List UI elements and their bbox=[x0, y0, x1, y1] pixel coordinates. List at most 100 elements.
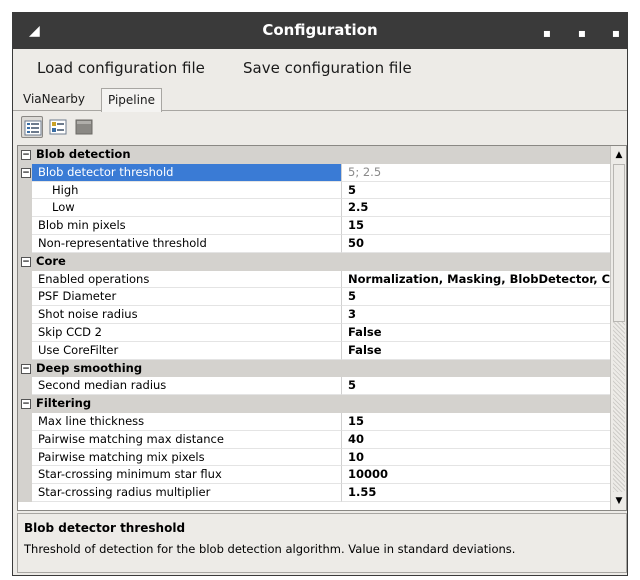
property-label-cell[interactable]: Star-crossing radius multiplier bbox=[32, 484, 342, 502]
property-value: 40 bbox=[348, 431, 365, 446]
tab-pipeline[interactable]: Pipeline bbox=[101, 88, 162, 112]
property-row[interactable]: PSF Diameter 5 bbox=[18, 288, 612, 307]
property-label: Enabled operations bbox=[38, 271, 150, 286]
property-label-cell[interactable]: PSF Diameter bbox=[32, 288, 342, 307]
alphabetical-button[interactable] bbox=[47, 116, 69, 138]
property-row[interactable]: Pairwise matching max distance 40 bbox=[18, 430, 612, 449]
row-margin bbox=[18, 484, 32, 502]
collapse-icon[interactable]: − bbox=[21, 256, 31, 267]
category-row[interactable]: − Filtering bbox=[18, 395, 612, 413]
property-row[interactable]: Non-representative threshold 50 bbox=[18, 234, 612, 253]
property-grid[interactable]: − Blob detection − Blob detector threshold 5… bbox=[17, 145, 627, 511]
property-value-cell[interactable]: 5; 2.5 bbox=[342, 163, 612, 182]
category-row[interactable]: − Blob detection bbox=[18, 146, 612, 164]
property-value-cell[interactable]: False bbox=[342, 323, 612, 342]
property-label-cell[interactable]: Enabled operations bbox=[32, 270, 342, 289]
property-label: Star-crossing minimum star flux bbox=[38, 467, 222, 482]
property-value-cell[interactable]: 5 bbox=[342, 377, 612, 396]
row-margin bbox=[18, 430, 32, 449]
property-label-cell[interactable]: Star-crossing minimum star flux bbox=[32, 466, 342, 485]
property-label-cell[interactable]: Pairwise matching max distance bbox=[32, 430, 342, 449]
property-label: Use CoreFilter bbox=[38, 342, 119, 357]
property-label: Second median radius bbox=[38, 378, 167, 393]
category-row[interactable]: − Deep smoothing bbox=[18, 359, 612, 378]
property-row[interactable]: Max line thickness 15 bbox=[18, 412, 612, 431]
row-margin bbox=[18, 181, 32, 200]
property-label: Max line thickness bbox=[38, 413, 145, 428]
property-value-cell[interactable]: 50 bbox=[342, 234, 612, 253]
load-configuration-file-menu[interactable]: Load configuration file bbox=[37, 59, 205, 77]
property-row[interactable]: − Blob detector threshold 5; 2.5 bbox=[18, 163, 612, 182]
property-label-cell[interactable]: Pairwise matching mix pixels bbox=[32, 448, 342, 467]
property-label: Star-crossing radius multiplier bbox=[38, 485, 211, 500]
maximize-icon[interactable]: ▪ bbox=[574, 25, 590, 41]
property-value-cell[interactable]: False bbox=[342, 341, 612, 360]
property-value-cell[interactable]: 15 bbox=[342, 412, 612, 431]
row-margin bbox=[18, 412, 32, 431]
collapse-icon[interactable]: − bbox=[21, 363, 31, 374]
collapse-icon[interactable]: − bbox=[21, 150, 31, 160]
property-row[interactable]: High 5 bbox=[18, 181, 612, 200]
collapse-icon[interactable]: − bbox=[21, 399, 31, 410]
property-value-cell[interactable]: 10 bbox=[342, 448, 612, 467]
property-value-cell[interactable]: 15 bbox=[342, 217, 612, 235]
row-margin: − bbox=[18, 163, 32, 182]
category-label: Filtering bbox=[36, 396, 92, 411]
scroll-up-icon[interactable]: ▲ bbox=[612, 147, 626, 163]
description-title: Blob detector threshold bbox=[24, 521, 186, 535]
property-row[interactable]: Blob min pixels 15 bbox=[18, 217, 612, 235]
collapse-icon[interactable]: − bbox=[21, 167, 31, 178]
property-value-cell[interactable]: 10000 bbox=[342, 466, 612, 485]
save-configuration-file-menu[interactable]: Save configuration file bbox=[243, 59, 412, 77]
property-value: 15 bbox=[348, 218, 365, 233]
vertical-scrollbar[interactable]: ▲ ▼ bbox=[610, 146, 626, 510]
row-margin bbox=[18, 306, 32, 324]
property-label-cell[interactable]: Max line thickness bbox=[32, 412, 342, 431]
property-value-cell[interactable]: 3 bbox=[342, 306, 612, 324]
scroll-thumb[interactable] bbox=[613, 164, 625, 322]
property-row[interactable]: Pairwise matching mix pixels 10 bbox=[18, 448, 612, 467]
category-row[interactable]: − Core bbox=[18, 252, 612, 271]
property-label-cell[interactable]: Skip CCD 2 bbox=[32, 323, 342, 342]
property-value-cell[interactable]: 5 bbox=[342, 181, 612, 200]
property-pages-button[interactable] bbox=[73, 116, 95, 138]
minimize-icon[interactable]: ▪ bbox=[539, 25, 555, 41]
property-row[interactable]: Low 2.5 bbox=[18, 199, 612, 218]
property-label: PSF Diameter bbox=[38, 289, 117, 304]
property-value: 5 bbox=[348, 182, 357, 197]
property-label-cell[interactable]: Low bbox=[32, 199, 342, 218]
property-value-cell[interactable]: 40 bbox=[342, 430, 612, 449]
property-row[interactable]: Shot noise radius 3 bbox=[18, 306, 612, 324]
property-row[interactable]: Second median radius 5 bbox=[18, 377, 612, 396]
row-margin bbox=[18, 466, 32, 485]
property-label-cell[interactable]: Non-representative threshold bbox=[32, 234, 342, 253]
property-row[interactable]: Skip CCD 2 False bbox=[18, 323, 612, 342]
property-row[interactable]: Star-crossing minimum star flux 10000 bbox=[18, 466, 612, 485]
property-label: Shot noise radius bbox=[38, 307, 138, 322]
property-row[interactable]: Use CoreFilter False bbox=[18, 341, 612, 360]
property-row[interactable]: Enabled operations Normalization, Masking… bbox=[18, 270, 612, 289]
categorized-button[interactable] bbox=[21, 116, 43, 138]
property-label-cell[interactable]: Second median radius bbox=[32, 377, 342, 396]
property-value: False bbox=[348, 342, 382, 357]
property-value-cell[interactable]: Normalization, Masking, BlobDetector, C bbox=[342, 270, 612, 289]
property-label-cell[interactable]: Blob detector threshold bbox=[32, 163, 342, 182]
tab-vianearby[interactable]: ViaNearby bbox=[17, 88, 91, 111]
property-label-cell[interactable]: Shot noise radius bbox=[32, 306, 342, 324]
description-text: Threshold of detection for the blob dete… bbox=[24, 542, 516, 556]
row-margin bbox=[18, 199, 32, 218]
property-value: Normalization, Masking, BlobDetector, C bbox=[348, 271, 611, 286]
property-label-cell[interactable]: Use CoreFilter bbox=[32, 341, 342, 360]
alphabetical-icon bbox=[49, 119, 67, 135]
property-row[interactable]: Star-crossing radius multiplier 1.55 bbox=[18, 484, 612, 502]
property-label-cell[interactable]: High bbox=[32, 181, 342, 200]
property-value-cell[interactable]: 5 bbox=[342, 288, 612, 307]
scroll-down-icon[interactable]: ▼ bbox=[612, 493, 626, 509]
property-label-cell[interactable]: Blob min pixels bbox=[32, 217, 342, 235]
property-value-cell[interactable]: 2.5 bbox=[342, 199, 612, 218]
title-bar[interactable]: ◢ Configuration ▪ ▪ ▪ bbox=[13, 13, 627, 49]
property-value-cell[interactable]: 1.55 bbox=[342, 484, 612, 502]
close-icon[interactable]: ▪ bbox=[608, 25, 624, 41]
property-label: Blob detector threshold bbox=[38, 164, 174, 179]
property-value: 5 bbox=[348, 378, 357, 393]
